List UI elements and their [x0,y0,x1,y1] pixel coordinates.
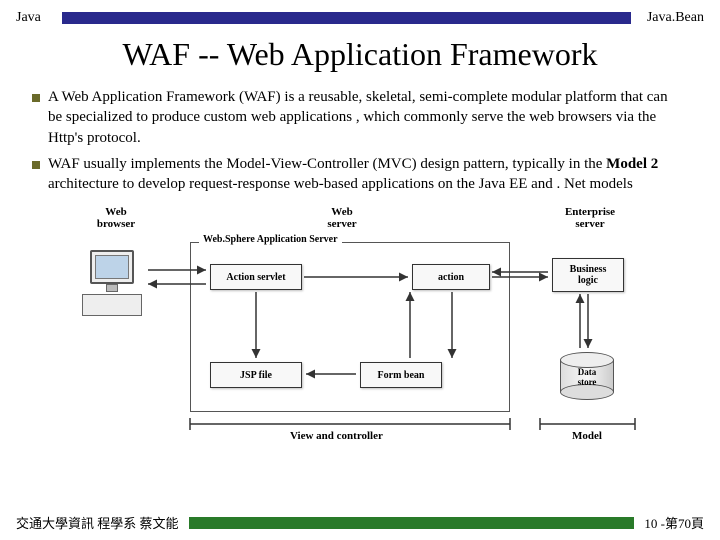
bullet-text-bold: Model 2 [606,156,658,172]
data-store-label: Data store [560,368,614,388]
footer-page-number: 10 -第70頁 [634,513,704,532]
col-label-browser: Web browser [86,206,146,230]
bullet-item: A Web Application Framework (WAF) is a r… [48,87,684,148]
bullet-item: WAF usually implements the Model-View-Co… [48,154,684,195]
app-server-group-title: Web.Sphere Application Server [199,234,342,245]
header-right-text: Java.Bean [639,10,704,26]
col-label-enterprise: Enterprise server [555,206,625,230]
header-bar [62,12,631,24]
browser-icon [80,250,150,320]
node-form-bean: Form bean [360,362,442,388]
footer-author: 交通大學資訊 程學系 蔡文能 [16,513,189,532]
label-model: Model [572,430,602,442]
label-view-controller: View and controller [290,430,383,442]
node-business-logic: Business logic [552,258,624,292]
node-action-servlet: Action servlet [210,264,302,290]
footer-bar [189,517,635,529]
node-data-store: Data store [560,352,614,400]
header-left-text: Java [16,10,54,26]
bullet-list: A Web Application Framework (WAF) is a r… [0,87,720,194]
node-jsp: JSP file [210,362,302,388]
bullet-text-post: architecture to develop request-response… [48,176,633,192]
page-title: WAF -- Web Application Framework [0,36,720,73]
slide-footer: 交通大學資訊 程學系 蔡文能 10 -第70頁 [0,513,720,532]
col-label-server: Web server [312,206,372,230]
architecture-diagram: Web browser Web server Enterprise server… [80,202,640,452]
slide-header: Java Java.Bean [0,0,720,30]
node-action: action [412,264,490,290]
bullet-text: A Web Application Framework (WAF) is a r… [48,89,668,146]
bullet-text-pre: WAF usually implements the Model-View-Co… [48,156,606,172]
